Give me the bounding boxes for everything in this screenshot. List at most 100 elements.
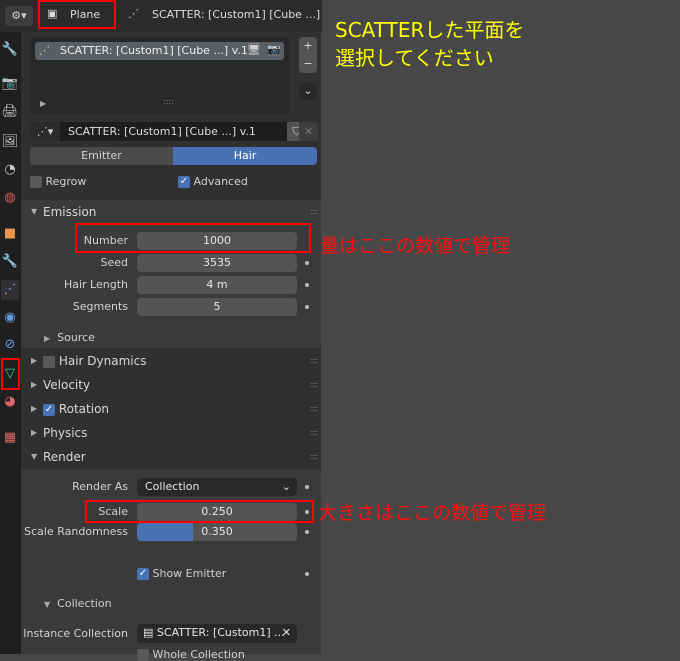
source-subpanel[interactable]: ▶ Source (44, 331, 95, 344)
physics-icon[interactable]: ◉ (1, 308, 19, 328)
particle-system-list: ⋰ SCATTER: [Custom1] [Cube ...] v.1 🖥 📷 … (30, 37, 289, 114)
checkbox[interactable] (43, 355, 55, 368)
datablock-name-field[interactable]: SCATTER: [Custom1] [Cube ...] v.1 (60, 122, 287, 141)
properties-tabs: 🔧 📷 🖨 🖼 ◔ ◍ ■ 🔧 ⋰ ◉ ⊘ ▽ ◕ ▦ (0, 32, 21, 654)
source-label: Source (57, 331, 95, 344)
check-icon[interactable]: ✓ (43, 403, 55, 416)
panel-title: Hair Dynamics (58, 354, 147, 368)
whole-collection-label: Whole Collection (152, 648, 245, 661)
segments-field[interactable]: 5 (137, 298, 297, 316)
add-button[interactable]: + (299, 37, 317, 55)
constraints-icon[interactable]: ⊘ (1, 335, 19, 355)
advanced-checkbox[interactable]: ✓ Advanced (178, 175, 248, 188)
segments-label: Segments (72, 300, 128, 313)
panel-title: Velocity (43, 378, 91, 392)
number-annotation: 量はここの数値で管理 (320, 235, 511, 257)
breadcrumb: SCATTER: [Custom1] [Cube ...] v.1 (152, 8, 322, 21)
list-item-name: SCATTER: [Custom1] [Cube ...] v.1 (60, 44, 248, 57)
highlight-scale (85, 500, 314, 523)
expand-icon[interactable]: ▶ (40, 99, 46, 108)
remove-button[interactable]: − (299, 55, 317, 73)
keyframe-dot[interactable] (305, 305, 309, 309)
render-as-dropdown[interactable]: Collection ⌄ (137, 478, 297, 496)
keyframe-dot[interactable] (305, 485, 309, 489)
modifier-icon[interactable]: 🔧 (1, 252, 19, 272)
panel-velocity[interactable]: ▶ Velocity:::: (21, 373, 321, 397)
panel-title: Physics (43, 426, 88, 440)
unlink-icon[interactable]: ✕ (299, 122, 318, 141)
expanded-icon: ▼ (44, 600, 51, 609)
check-icon[interactable]: ✓ (137, 568, 149, 580)
scale-randomness-slider[interactable]: 0.350 (137, 523, 297, 541)
specials-menu-button[interactable]: ⌄ (299, 83, 317, 100)
keyframe-dot[interactable] (305, 261, 309, 265)
scale-randomness-label: Scale Randomness (24, 525, 128, 538)
world-icon[interactable]: ◍ (1, 188, 19, 208)
check-icon[interactable]: ✓ (178, 176, 190, 188)
keyframe-dot[interactable] (305, 530, 309, 534)
checkbox[interactable] (30, 176, 42, 188)
chevron-down-icon: ⌄ (281, 480, 291, 493)
highlight-plane (38, 0, 116, 29)
particles-icon[interactable]: ⋰ (1, 280, 19, 300)
tab-emitter[interactable]: Emitter (30, 147, 173, 165)
regrow-label: Regrow (45, 175, 87, 188)
monitor-icon[interactable]: 🖥 (247, 43, 261, 56)
drag-grip[interactable]: :::: (310, 349, 318, 373)
panel-emission-header[interactable]: ▼ Emission:::: (21, 200, 321, 224)
scale-randomness-value: 0.350 (201, 525, 233, 538)
collection-title: Collection (57, 597, 112, 610)
resize-grip[interactable]: :::: (163, 97, 174, 106)
drag-grip[interactable]: :::: (310, 200, 318, 224)
tab-hair[interactable]: Hair (173, 147, 317, 165)
panel-render-header[interactable]: ▼ Render:::: (21, 445, 321, 469)
clear-icon[interactable]: ✕ (282, 624, 291, 642)
expanded-icon: ▼ (31, 207, 38, 216)
regrow-checkbox[interactable]: Regrow (30, 175, 86, 188)
camera-icon[interactable]: 📷 (267, 43, 281, 56)
render-icon[interactable]: 📷 (1, 74, 19, 94)
whole-collection-checkbox[interactable]: Whole Collection (137, 648, 245, 661)
list-item[interactable]: ⋰ SCATTER: [Custom1] [Cube ...] v.1 🖥 📷 (35, 42, 284, 60)
collapsed-icon: ▶ (44, 334, 51, 343)
seed-field[interactable]: 3535 (137, 254, 297, 272)
instruction-annotation: SCATTERした平面を 選択してください (335, 18, 525, 70)
object-icon[interactable]: ■ (1, 224, 19, 244)
tool-icon[interactable]: 🔧 (1, 40, 19, 60)
keyframe-dot[interactable] (305, 283, 309, 287)
show-emitter-label: Show Emitter (152, 567, 227, 580)
keyframe-dot[interactable] (305, 572, 309, 576)
hair-length-label: Hair Length (63, 278, 128, 291)
drag-grip[interactable]: :::: (310, 421, 318, 445)
panel-rotation[interactable]: ▶ ✓ Rotation:::: (21, 397, 321, 421)
drag-grip[interactable]: :::: (310, 445, 318, 469)
output-icon[interactable]: 🖨 (1, 102, 19, 122)
editor-type-button[interactable]: ⚙▾ (5, 6, 33, 26)
texture-icon[interactable]: ▦ (1, 428, 19, 448)
instance-collection-field[interactable]: ▤ SCATTER: [Custom1] ... ✕ (137, 624, 297, 643)
collapsed-icon: ▶ (31, 380, 38, 389)
panel-title: Emission (43, 205, 97, 219)
scene-icon[interactable]: ◔ (1, 160, 19, 180)
browse-particles-button[interactable]: ⋰▾ (30, 122, 60, 141)
particles-icon: ⋰ (128, 7, 139, 20)
material-icon[interactable]: ◕ (1, 392, 19, 412)
collection-icon: ▤ (143, 626, 154, 639)
render-as-value: Collection (145, 480, 200, 493)
instance-collection-value: SCATTER: [Custom1] ... (156, 626, 285, 639)
drag-grip[interactable]: :::: (310, 373, 318, 397)
hair-length-field[interactable]: 4 m (137, 276, 297, 294)
panel-hair-dynamics[interactable]: ▶ Hair Dynamics:::: (21, 349, 321, 373)
show-emitter-checkbox[interactable]: ✓ Show Emitter (137, 567, 226, 580)
panel-physics[interactable]: ▶ Physics:::: (21, 421, 321, 445)
drag-grip[interactable]: :::: (310, 397, 318, 421)
view-layer-icon[interactable]: 🖼 (1, 132, 19, 152)
instance-collection-label: Instance Collection (23, 627, 128, 640)
seed-label: Seed (100, 256, 129, 269)
expanded-icon: ▼ (31, 452, 38, 461)
collection-subpanel[interactable]: ▼ Collection (44, 597, 112, 610)
scale-annotation: 大きさはここの数値で管理 (318, 502, 547, 524)
advanced-label: Advanced (193, 175, 248, 188)
highlight-number (75, 223, 311, 253)
checkbox[interactable] (137, 649, 149, 661)
